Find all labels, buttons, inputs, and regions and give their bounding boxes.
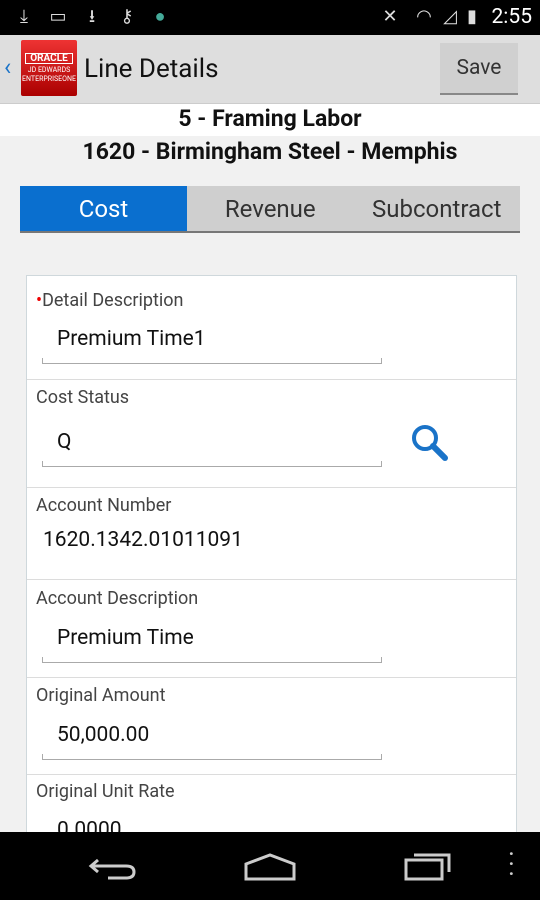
recent-apps-icon[interactable] — [403, 852, 453, 882]
account-description-row: Account Description Premium Time — [27, 580, 516, 678]
original-amount-row: Original Amount 50,000.00 — [27, 678, 516, 775]
mute-icon: ✕ — [382, 6, 398, 27]
account-description-label: Account Description — [36, 588, 199, 609]
form-card: •Detail Description Premium Time1 Cost S… — [26, 275, 517, 842]
tab-bar: Cost Revenue Subcontract — [20, 186, 520, 233]
input-underline — [42, 754, 382, 760]
navigation-bar: · · · — [0, 832, 540, 900]
input-underline — [42, 657, 382, 663]
home-nav-icon[interactable] — [243, 852, 297, 882]
input-underline — [42, 358, 382, 364]
original-unit-rate-label: Original Unit Rate — [36, 781, 175, 802]
search-icon[interactable] — [409, 422, 451, 464]
overflow-menu-icon[interactable]: · · · — [508, 842, 516, 888]
original-amount-label: Original Amount — [36, 685, 166, 706]
original-amount-input[interactable]: 50,000.00 — [57, 723, 149, 747]
account-number-label: Account Number — [36, 495, 172, 516]
detail-description-row: •Detail Description Premium Time1 — [27, 276, 516, 380]
download-icon: ⭳ — [88, 6, 96, 27]
account-description-input[interactable]: Premium Time — [57, 626, 194, 650]
oracle-jde-logo[interactable]: ORACLE JD EDWARDS ENTERPRISEONE — [21, 40, 77, 96]
action-bar: ‹ ORACLE JD EDWARDS ENTERPRISEONE Line Det… — [0, 35, 540, 104]
tab-subcontract[interactable]: Subcontract — [354, 186, 521, 231]
input-underline — [42, 461, 382, 467]
globe-icon: ● — [154, 6, 166, 27]
tab-revenue[interactable]: Revenue — [187, 186, 354, 231]
download-notification-icon: ⤓ — [20, 6, 28, 27]
detail-description-label: Detail Description — [42, 290, 184, 311]
page-title: Line Details — [84, 54, 219, 84]
status-bar: ⤓ ▭ ⭳ ⚷ ● ✕ ◠ ◿ ▮ 2:55 — [0, 0, 540, 35]
cost-status-row: Cost Status Q — [27, 380, 516, 488]
back-nav-icon[interactable] — [88, 854, 138, 880]
cost-status-label: Cost Status — [36, 387, 130, 408]
back-chevron-icon[interactable]: ‹ — [4, 53, 11, 81]
signal-icon: ◿ — [443, 6, 457, 27]
cost-status-input[interactable]: Q — [57, 430, 71, 454]
image-icon: ▭ — [49, 6, 67, 27]
tab-cost[interactable]: Cost — [20, 186, 187, 231]
detail-description-input[interactable]: Premium Time1 — [57, 327, 206, 351]
save-button[interactable]: Save — [440, 43, 518, 95]
job-title: 1620 - Birmingham Steel - Memphis — [82, 138, 458, 165]
clock: 2:55 — [491, 5, 533, 29]
wifi-icon: ◠ — [416, 6, 432, 27]
battery-icon: ▮ — [467, 6, 477, 27]
line-title: 5 - Framing Labor — [178, 105, 362, 132]
account-number-row: Account Number 1620.1342.01011091 — [27, 488, 516, 580]
key-icon: ⚷ — [120, 6, 134, 27]
account-number-value: 1620.1342.01011091 — [43, 528, 243, 552]
